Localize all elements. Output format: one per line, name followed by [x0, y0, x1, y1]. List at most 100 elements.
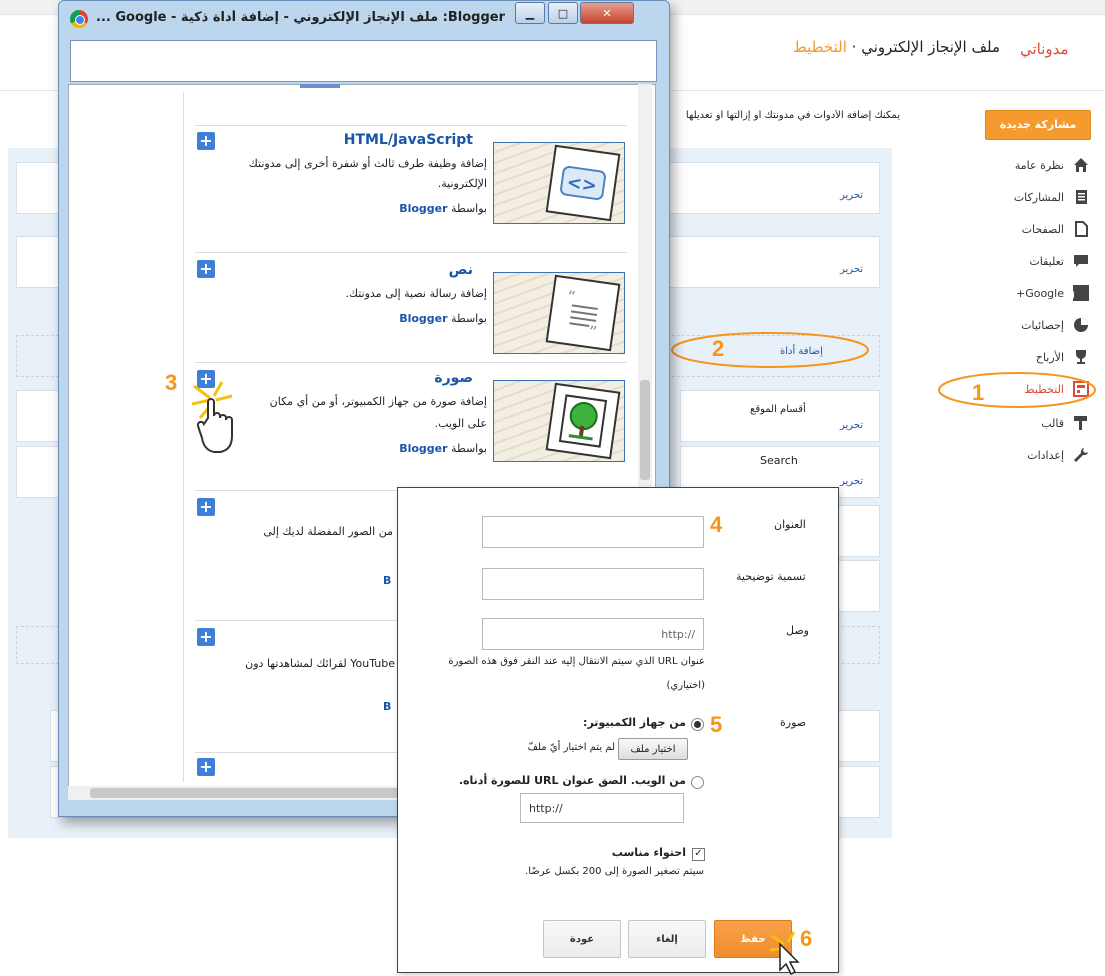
link-input[interactable]: http:// [482, 618, 704, 650]
svg-text:“: “ [566, 287, 577, 306]
sidebar-item-settings[interactable]: إعدادات [950, 444, 1090, 466]
intro-text: يمكنك إضافة الأدوات في مدونتك أو إزالتها… [685, 110, 900, 121]
sidebar-item-label: نظرة عامة [1014, 158, 1064, 172]
sidebar-item-pages[interactable]: الصفحات [950, 218, 1090, 240]
gadget-description: رائح من الصور المفضلة لديك إلى [263, 525, 415, 538]
text-gadget-thumbnail: “” [493, 272, 625, 354]
minimize-button[interactable]: ▁ [515, 2, 545, 24]
from-computer-radio[interactable] [691, 718, 704, 731]
sidebar-item-comments[interactable]: تعليقات [950, 250, 1090, 272]
add-gadget-plus-icon[interactable]: + [197, 498, 215, 516]
link-help-optional: (اختياري) [666, 680, 705, 691]
layout-widget [838, 710, 880, 762]
from-computer-label: من جهاز الكمبيوتر: [583, 716, 686, 729]
minimize-icon: ▁ [525, 6, 535, 20]
add-gadget-plus-icon[interactable]: + [197, 260, 215, 278]
callout-number: 4 [710, 512, 723, 537]
add-gadget-plus-icon[interactable]: + [197, 758, 215, 776]
svg-text:g+: g+ [1072, 289, 1075, 300]
stats-icon [1072, 316, 1090, 334]
edit-link[interactable]: تحرير [840, 190, 863, 201]
address-bar[interactable] [70, 40, 657, 82]
gadget-author: بواسطة Blogger [399, 312, 487, 325]
gadget-author-name: Blogger [399, 202, 448, 215]
gadget-author: بواسطة Blogger [399, 202, 487, 215]
vertical-scrollbar-thumb[interactable] [640, 380, 650, 480]
gadget-html-javascript: + <> HTML/JavaScript إضافة وظيفة طرف ثال… [195, 128, 627, 248]
previous-item-tail [300, 84, 340, 88]
callout-highlight-layout [938, 372, 1096, 408]
edit-link[interactable]: تحرير [840, 476, 863, 487]
sidebar-item-posts[interactable]: المشاركات [950, 186, 1090, 208]
gadget-description: إضافة رسالة نصية إلى مدونتك. [345, 287, 487, 300]
callout-number: 1 [972, 380, 985, 405]
edit-link[interactable]: تحرير [840, 420, 863, 431]
gadget-description: إضافة صورة من جهاز الكمبيوتر، أو من أي م… [269, 395, 487, 408]
sidebar-item-label: إحصائيات [1021, 318, 1064, 332]
callout-number: 3 [165, 370, 178, 395]
layout-widget-pages [680, 390, 880, 442]
image-gadget-thumbnail [493, 380, 625, 462]
gadget-text: + “” نص إضافة رسالة نصية إلى مدونتك. بوا… [195, 256, 627, 356]
breadcrumb-current: التخطيط [792, 38, 847, 56]
layout-widget [838, 766, 880, 818]
callout-highlight-add-gadget [671, 332, 869, 368]
fit-checkbox[interactable]: ✓ [692, 848, 705, 861]
sidebar-item-google-plus[interactable]: g+ Google+ [950, 282, 1090, 304]
wrench-icon [1072, 446, 1090, 464]
layout-widget-left [16, 446, 64, 498]
fit-help-text: سيتم تصغير الصورة إلى 200 بكسل عرضًا. [525, 866, 704, 877]
callout-number: 6 [800, 926, 813, 951]
back-button[interactable]: عودة [543, 920, 621, 958]
gadget-description: الإلكترونية. [437, 177, 487, 190]
gadget-title[interactable]: نص [449, 262, 473, 278]
document-icon: “” [545, 274, 621, 352]
edit-link[interactable]: تحرير [840, 264, 863, 275]
pages-icon [1072, 220, 1090, 238]
choose-file-button[interactable]: اختيار ملف [618, 738, 688, 760]
sidebar-item-label: المشاركات [1013, 190, 1064, 204]
comments-icon [1072, 252, 1090, 270]
blog-name[interactable]: ملف الإنجاز الإلكتروني [861, 38, 1000, 56]
horizontal-scrollbar-thumb[interactable] [90, 788, 410, 798]
template-icon [1072, 414, 1090, 432]
from-web-radio[interactable] [691, 776, 704, 789]
google-plus-icon: g+ [1072, 284, 1090, 302]
layout-widget [838, 505, 880, 557]
svg-text:”: ” [587, 322, 598, 339]
sidebar-item-template[interactable]: قالب [950, 412, 1090, 434]
image-url-input[interactable]: http:// [520, 793, 684, 823]
widget-title: أقسام الموقع [750, 404, 806, 415]
html-gadget-thumbnail: <> [493, 142, 625, 224]
fit-label: احتواء مناسب [611, 846, 686, 859]
new-post-button[interactable]: مشاركة جديدة [985, 110, 1091, 140]
sidebar-item-label: الأرباح [1035, 350, 1064, 364]
sidebar-item-stats[interactable]: إحصائيات [950, 314, 1090, 336]
close-window-button[interactable]: ✕ [580, 2, 634, 24]
add-gadget-plus-icon[interactable]: + [197, 628, 215, 646]
gadget-author-name: Blogger [399, 312, 448, 325]
sidebar-item-label: قالب [1041, 416, 1064, 430]
cancel-button[interactable]: إلغاء [628, 920, 706, 958]
click-cursor [192, 381, 233, 453]
gadget-title[interactable]: HTML/JavaScript [344, 132, 473, 148]
gadget-separator [195, 125, 627, 126]
brand-logo[interactable]: مدوناتي [1020, 40, 1069, 58]
gadget-title[interactable]: صورة [434, 370, 473, 386]
sidebar-item-label: إعدادات [1027, 448, 1064, 462]
sidebar-item-label: تعليقات [1029, 254, 1064, 268]
caption-input[interactable] [482, 568, 704, 600]
gadget-description: إضافة وظيفة طرف ثالث أو شفرة أخرى إلى مد… [248, 157, 487, 170]
trophy-icon [1072, 348, 1090, 366]
gadget-author: B [383, 574, 392, 587]
sidebar-item-label: الصفحات [1021, 222, 1064, 236]
tree-picture-icon [545, 382, 621, 460]
sidebar-item-earnings[interactable]: الأرباح [950, 346, 1090, 368]
maximize-button[interactable]: □ [548, 2, 578, 24]
svg-text:<>: <> [565, 172, 598, 197]
sidebar-item-overview[interactable]: نظرة عامة [950, 154, 1090, 176]
link-label: وصل [786, 624, 809, 637]
add-gadget-plus-icon[interactable]: + [197, 132, 215, 150]
title-input[interactable] [482, 516, 704, 548]
gadget-author-name: Blogger [399, 442, 448, 455]
